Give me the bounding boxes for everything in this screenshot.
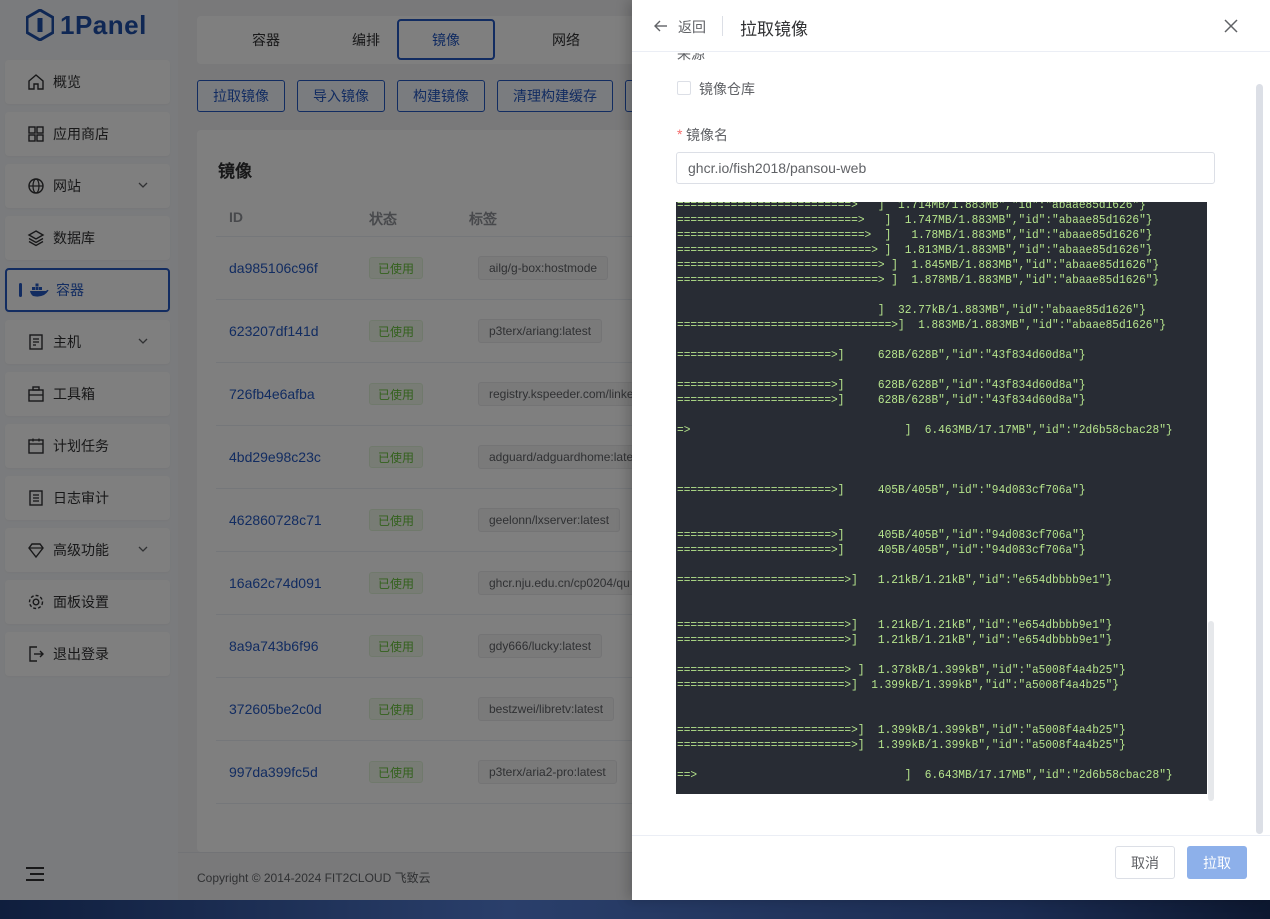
drawer-header: 返回 拉取镜像 (632, 0, 1270, 52)
log-line: =======================>] 405B/405B","id… (677, 528, 1086, 542)
log-line: => ] 6.463MB/17.17MB","id":"2d6b58cbac28… (677, 423, 1173, 437)
pull-log-output[interactable]: ==========================> ] 1.714MB/1.… (676, 202, 1207, 794)
log-line: ==========================>] 1.399kB/1.3… (677, 738, 1126, 752)
log-line: ] 32.77kB/1.883MB","id":"abaae85d1626"} (677, 303, 1146, 317)
log-line: =========================>] 1.21kB/1.21k… (677, 618, 1113, 632)
log-line: =========================>] 1.21kB/1.21k… (677, 633, 1113, 647)
header-divider (722, 16, 723, 36)
registry-checkbox[interactable] (677, 81, 691, 95)
log-line: =========================>] 1.21kB/1.21k… (677, 573, 1113, 587)
required-asterisk: * (677, 126, 683, 142)
log-vertical-scrollbar[interactable] (1208, 621, 1214, 801)
drawer-scrollbar[interactable] (1256, 84, 1263, 834)
log-line: ============================> ] 1.78MB/1… (677, 228, 1153, 242)
drawer-footer: 取消 拉取 (632, 835, 1270, 900)
log-line: =============================> ] 1.813MB… (677, 243, 1153, 257)
log-line: =======================>] 405B/405B","id… (677, 483, 1086, 497)
log-line: =======================>] 628B/628B","id… (677, 348, 1086, 362)
log-line: ==> ] 6.643MB/17.17MB","id":"2d6b58cbac2… (677, 768, 1173, 782)
log-line: =======================>] 405B/405B","id… (677, 543, 1086, 557)
pull-image-drawer: 返回 拉取镜像 来源 镜像仓库 * 镜像名 ==================… (632, 0, 1270, 900)
desktop-background (0, 900, 1270, 919)
log-line: =========================>] 1.399kB/1.39… (677, 678, 1120, 692)
back-arrow-icon[interactable] (653, 18, 669, 34)
log-line: ===========================> ] 1.747MB/1… (677, 213, 1153, 227)
log-line: =======================>] 628B/628B","id… (677, 393, 1086, 407)
source-label: 来源 (677, 53, 705, 62)
log-line: ==========================>] 1.399kB/1.3… (677, 723, 1126, 737)
image-name-label: 镜像名 (686, 127, 728, 143)
log-line: =========================> ] 1.378kB/1.3… (677, 663, 1126, 677)
drawer-title: 拉取镜像 (740, 20, 808, 39)
image-name-input[interactable] (676, 152, 1215, 184)
registry-checkbox-label[interactable]: 镜像仓库 (699, 79, 755, 99)
log-line: ==============================> ] 1.845M… (677, 258, 1160, 272)
cancel-button[interactable]: 取消 (1115, 846, 1175, 879)
close-icon[interactable] (1222, 17, 1240, 35)
log-line: =======================>] 628B/628B","id… (677, 378, 1086, 392)
log-line: ==========================> ] 1.714MB/1.… (677, 202, 1146, 212)
log-line: ================================>] 1.883… (677, 318, 1166, 332)
back-button[interactable]: 返回 (678, 17, 706, 37)
pull-button[interactable]: 拉取 (1187, 846, 1247, 879)
log-line: ==============================> ] 1.878M… (677, 273, 1160, 287)
drawer-body: 来源 镜像仓库 * 镜像名 ==========================… (632, 53, 1270, 835)
